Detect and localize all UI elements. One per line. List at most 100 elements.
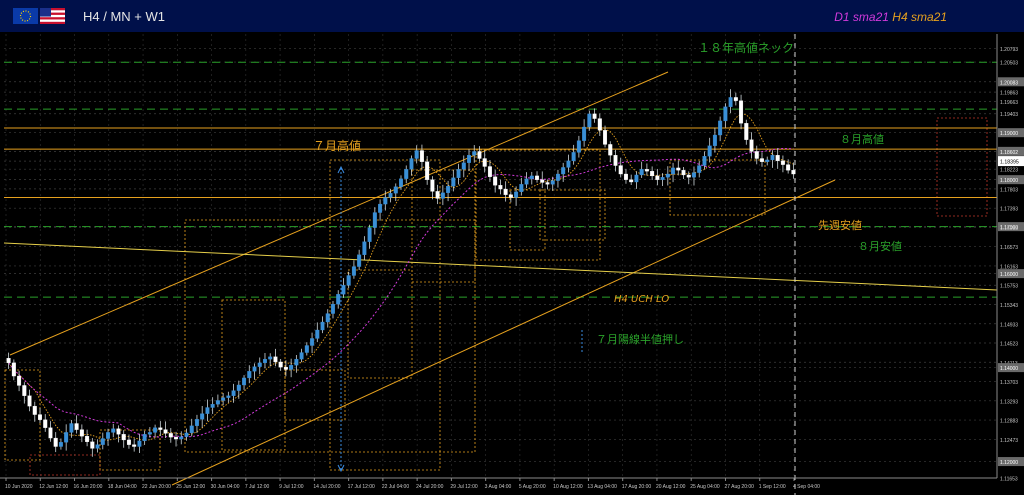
candle-body xyxy=(231,390,236,396)
candle-body xyxy=(147,432,152,435)
candle-body xyxy=(419,150,424,162)
candle-body xyxy=(179,436,184,440)
candle-body xyxy=(760,158,764,162)
candle-body xyxy=(205,407,210,414)
candle-body xyxy=(414,150,419,159)
time-tick-label: 25 Aug 04:00 xyxy=(690,484,720,490)
price-tick-label: 1.16983 xyxy=(1000,226,1018,232)
candle-body xyxy=(53,437,58,447)
candle-body xyxy=(399,178,403,187)
candle-body xyxy=(247,371,252,379)
candle-body xyxy=(681,170,686,176)
candle-body xyxy=(58,442,63,447)
candle-body xyxy=(770,155,775,161)
price-tick-label: 1.19403 xyxy=(1000,112,1018,118)
range-box xyxy=(284,369,346,421)
candle-body xyxy=(467,155,471,163)
price-tick-label: 1.20503 xyxy=(1000,61,1018,67)
price-tick-label: 1.13703 xyxy=(1000,380,1018,386)
candle-body xyxy=(503,188,508,195)
candle-body xyxy=(691,172,696,178)
price-tick-label: 1.12000 xyxy=(1000,460,1018,466)
candle-body xyxy=(320,321,325,331)
candle-body xyxy=(493,176,498,186)
candle-body xyxy=(27,395,32,407)
candle-body xyxy=(629,179,634,183)
price-tick-label: 1.17803 xyxy=(1000,187,1018,193)
candle-body xyxy=(487,166,492,177)
price-tick-label: 1.20793 xyxy=(1000,47,1018,53)
candle-body xyxy=(550,180,555,185)
price-tick-label: 1.19000 xyxy=(1000,131,1018,137)
annotation-label: １８年高値ネック xyxy=(698,40,794,55)
time-tick-label: 10 Jun 2020 xyxy=(5,484,33,490)
candle-body xyxy=(242,377,247,386)
price-tick-label: 1.18602 xyxy=(1000,150,1018,156)
candle-body xyxy=(357,254,362,267)
current-price-label: 1.18395 xyxy=(1000,160,1019,166)
candle-body xyxy=(194,419,199,426)
candle-body xyxy=(435,191,440,199)
candle-body xyxy=(603,130,608,145)
candle-body xyxy=(378,203,383,213)
candle-body xyxy=(404,169,409,179)
time-axis: 10 Jun 2020 12 Jun 12:00 16 Jun 20:00 18 Ju… xyxy=(0,477,997,490)
candle-body xyxy=(576,140,581,153)
h4-sma21-line xyxy=(8,113,794,441)
candle-body xyxy=(17,375,22,386)
candle-body xyxy=(310,338,315,346)
candle-body xyxy=(456,169,461,178)
candle-body xyxy=(451,177,456,187)
candle-body xyxy=(111,428,116,433)
time-tick-label: 22 Jun 20:00 xyxy=(142,484,171,490)
candle-body xyxy=(707,145,712,157)
time-tick-label: 1 Sep 12:00 xyxy=(759,484,786,490)
candle-body xyxy=(388,193,393,198)
time-tick-label: 17 Jul 12:00 xyxy=(348,484,375,490)
candle-body xyxy=(69,423,74,433)
candle-body xyxy=(346,275,351,286)
candle-body xyxy=(304,345,309,353)
price-tick-label: 1.14523 xyxy=(1000,342,1018,348)
moving-averages xyxy=(8,113,794,441)
candle-body xyxy=(676,167,681,171)
candle-body xyxy=(749,139,754,152)
candle-body xyxy=(561,167,566,175)
price-tick-label: 1.16000 xyxy=(1000,272,1018,278)
candle-body xyxy=(712,134,717,146)
candle-body xyxy=(283,366,288,370)
candle-body xyxy=(472,151,477,156)
candle-body xyxy=(268,356,273,360)
candle-body xyxy=(90,441,95,449)
candlesticks xyxy=(6,89,796,457)
candle-body xyxy=(121,434,126,441)
candle-body xyxy=(200,413,205,420)
annotation-label: ８月安値 xyxy=(858,239,902,253)
candle-body xyxy=(236,384,241,391)
candle-body xyxy=(425,161,430,180)
candle-body xyxy=(765,159,770,162)
candle-body xyxy=(702,156,707,166)
price-chart[interactable]: １８年高値ネック ８月高値 ７月高値先週安値 ８月安値 H4 UCH LO ７月陽線半値押… xyxy=(0,0,1024,495)
time-tick-label: 9 Jul 12:00 xyxy=(279,484,304,490)
price-tick-label: 1.14000 xyxy=(1000,366,1018,372)
candle-body xyxy=(597,118,602,131)
candle-body xyxy=(618,165,623,175)
candle-body xyxy=(315,329,320,339)
price-tick-label: 1.11653 xyxy=(1000,476,1018,482)
candle-body xyxy=(383,197,388,205)
candle-body xyxy=(278,361,283,368)
grid xyxy=(4,34,997,479)
candle-body xyxy=(221,397,226,401)
range-box xyxy=(221,299,286,451)
candle-body xyxy=(168,433,173,438)
candle-body xyxy=(718,120,723,136)
candle-body xyxy=(409,158,414,170)
time-tick-label: 3 Aug 04:00 xyxy=(485,484,512,490)
price-tick-label: 1.14933 xyxy=(1000,322,1018,328)
candle-body xyxy=(571,152,576,162)
candle-body xyxy=(440,192,445,199)
candle-body xyxy=(43,419,48,428)
time-tick-label: 25 Jun 12:00 xyxy=(176,484,205,490)
price-tick-label: 1.17393 xyxy=(1000,207,1018,213)
